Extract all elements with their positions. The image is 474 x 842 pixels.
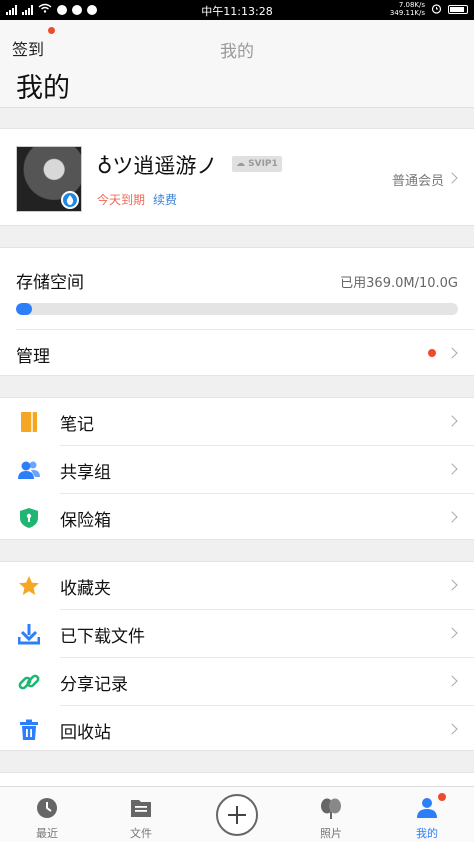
chevron-right-icon	[446, 579, 458, 591]
tools-list: 笔记 共享组 保险箱	[0, 397, 474, 540]
net-up-speed: 7.08K/s	[398, 1, 425, 9]
link-icon	[18, 671, 40, 693]
battery-icon	[448, 4, 468, 14]
tab-mine[interactable]: 我的	[380, 787, 474, 842]
storage-progress-fill	[16, 303, 32, 315]
storage-card: 存储空间 已用369.0M/10.0G 管理	[0, 247, 474, 376]
chevron-right-icon	[446, 511, 458, 523]
download-icon	[17, 623, 41, 645]
trash-icon	[18, 719, 40, 741]
list-item-label: 收藏夹	[60, 579, 111, 599]
list-item-favorites[interactable]: 收藏夹	[0, 562, 474, 609]
star-icon	[18, 575, 40, 597]
photos-icon	[320, 797, 342, 819]
chevron-right-icon	[446, 675, 458, 687]
alarm-icon	[431, 3, 442, 16]
user-nickname: ♁ツ逍遥游ノ	[97, 154, 218, 178]
profile-card[interactable]: ♁ツ逍遥游ノ ☁ SVIP1 今天到期 续费 普通会员	[0, 128, 474, 226]
tab-label: 文件	[130, 827, 152, 840]
safe-box-icon	[18, 507, 40, 529]
list-item-label: 笔记	[60, 415, 94, 435]
tab-label: 最近	[36, 827, 58, 840]
net-down-speed: 349.11K/s	[389, 9, 425, 17]
collections-list: 收藏夹 已下载文件 分享记录 回收站	[0, 561, 474, 751]
share-group-icon	[18, 459, 40, 481]
member-level[interactable]: 普通会员	[392, 170, 444, 189]
status-bar: 中午11:13:28 7.08K/s 349.11K/s	[0, 0, 474, 20]
tab-recent[interactable]: 最近	[0, 787, 94, 842]
add-button[interactable]	[216, 794, 258, 836]
manage-row[interactable]: 管理	[0, 330, 474, 376]
tab-mine-notification-dot	[438, 793, 446, 801]
note-icon	[18, 411, 40, 433]
tab-files[interactable]: 文件	[94, 787, 188, 842]
vip-badge: ☁ SVIP1	[232, 156, 282, 172]
tab-label: 我的	[416, 827, 438, 840]
status-right: 7.08K/s 349.11K/s	[390, 1, 468, 17]
list-item-label: 共享组	[60, 463, 111, 483]
user-icon	[416, 797, 438, 819]
clock-icon	[36, 797, 58, 819]
avatar[interactable]	[16, 146, 82, 212]
nav-title: 我的	[220, 42, 254, 62]
avatar-badge-icon	[61, 191, 79, 209]
chevron-right-icon	[446, 463, 458, 475]
tab-label: 照片	[320, 827, 342, 840]
chevron-right-icon	[446, 172, 458, 184]
tab-photos[interactable]: 照片	[284, 787, 378, 842]
list-item-safe-box[interactable]: 保险箱	[0, 494, 474, 541]
list-item-label: 回收站	[60, 723, 111, 743]
chevron-right-icon	[446, 627, 458, 639]
list-item-downloads[interactable]: 已下载文件	[0, 610, 474, 657]
storage-label: 存储空间	[16, 273, 84, 293]
folder-icon	[130, 797, 152, 819]
manage-label: 管理	[16, 347, 50, 367]
renew-link[interactable]: 续费	[153, 191, 177, 208]
list-item-label: 保险箱	[60, 511, 111, 531]
vip-badge-label: SVIP1	[248, 159, 278, 169]
manage-notification-dot	[428, 349, 436, 357]
page-title: 我的	[16, 73, 70, 104]
chevron-right-icon	[446, 723, 458, 735]
storage-progress-bar	[16, 303, 458, 315]
list-item-label: 分享记录	[60, 675, 128, 695]
list-item-recycle-bin[interactable]: 回收站	[0, 706, 474, 753]
expire-text: 今天到期	[97, 193, 146, 207]
list-item-label: 已下载文件	[60, 627, 145, 647]
storage-used-text: 已用369.0M/10.0G	[340, 276, 458, 291]
list-item-note[interactable]: 笔记	[0, 398, 474, 445]
list-item-share-group[interactable]: 共享组	[0, 446, 474, 493]
page-header: 签到 我的 我的	[0, 20, 474, 108]
chevron-right-icon	[446, 347, 458, 359]
list-item-share-records[interactable]: 分享记录	[0, 658, 474, 705]
cloud-icon: ☁	[236, 159, 245, 169]
chevron-right-icon	[446, 415, 458, 427]
checkin-notification-dot	[48, 27, 55, 34]
